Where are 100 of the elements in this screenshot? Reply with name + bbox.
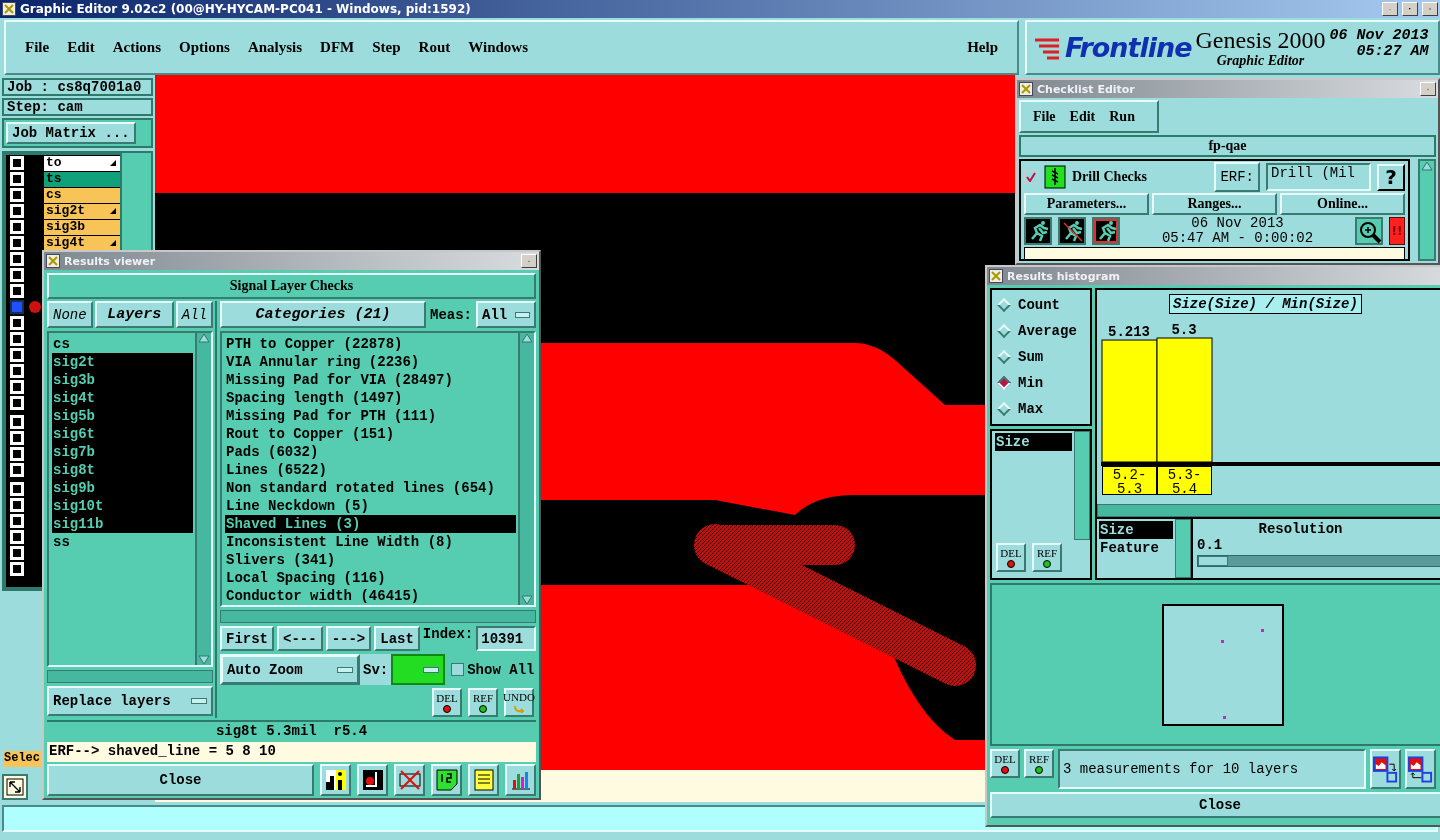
none-button[interactable]: None — [47, 301, 93, 328]
severity-dropdown[interactable] — [391, 654, 446, 685]
layer-checkbox[interactable] — [10, 348, 24, 362]
layer-list-item[interactable]: ss — [52, 533, 193, 551]
category-list-item[interactable]: PTH to Copper (22878) — [225, 335, 516, 353]
vertical-scrollbar[interactable] — [1074, 431, 1090, 540]
scroll-down-icon[interactable] — [521, 595, 533, 605]
category-list-item[interactable]: Line Neckdown (5) — [225, 497, 516, 515]
minimize-button[interactable] — [1382, 2, 1398, 16]
resolution-slider[interactable] — [1197, 555, 1440, 567]
layer-list-item[interactable]: sig2t — [52, 353, 193, 371]
vertical-scrollbar[interactable] — [1418, 159, 1436, 261]
layer-list-item[interactable]: sig8t — [52, 461, 193, 479]
layer-checkbox[interactable] — [10, 316, 24, 330]
category-list-item[interactable]: Rout to Copper (151) — [225, 425, 516, 443]
category-list-item[interactable]: Lines (6522) — [225, 461, 516, 479]
category-list-item[interactable]: Inconsistent Line Width (8) — [225, 533, 516, 551]
layer-list-item[interactable]: sig11b — [52, 515, 193, 533]
action-button[interactable]: UNDO — [504, 688, 534, 717]
scroll-down-icon[interactable] — [198, 655, 210, 665]
action-button[interactable]: REF — [1024, 749, 1054, 778]
layer-checkbox[interactable] — [10, 204, 24, 218]
field-list-item[interactable]: Size — [995, 433, 1072, 451]
layer-name[interactable]: sig2t — [44, 203, 120, 219]
histogram-export-icon[interactable] — [1370, 749, 1401, 789]
running-figure-icon[interactable] — [1024, 217, 1052, 245]
category-list-item[interactable]: Non standard rotated lines (654) — [225, 479, 516, 497]
menu-item[interactable]: Actions — [103, 37, 170, 58]
layer-checkbox[interactable] — [10, 482, 24, 496]
menu-item[interactable]: Windows — [459, 37, 537, 58]
layer-list-item[interactable]: sig10t — [52, 497, 193, 515]
layer-checkbox[interactable] — [10, 530, 24, 544]
mode-radio[interactable]: Sum — [996, 349, 1086, 365]
menu-item[interactable]: Run — [1103, 106, 1141, 127]
mode-radio[interactable]: Average — [996, 323, 1086, 339]
nav-button[interactable]: ---> — [325, 626, 372, 651]
check-option-button[interactable]: Ranges... — [1152, 193, 1277, 215]
menu-item[interactable]: DFM — [311, 37, 364, 58]
measure-dropdown[interactable]: All — [476, 301, 536, 328]
menu-item[interactable]: Edit — [58, 37, 104, 58]
job-matrix-button[interactable]: Job Matrix ... — [6, 122, 136, 144]
layer-list-item[interactable]: sig4t — [52, 389, 193, 407]
layer-checkbox[interactable] — [10, 236, 24, 250]
group-list-item[interactable]: Feature — [1099, 539, 1173, 557]
check-option-button[interactable]: Online... — [1280, 193, 1405, 215]
close-button[interactable]: Close — [990, 792, 1440, 818]
action-button[interactable]: REF — [1032, 543, 1062, 572]
layer-name[interactable]: to — [44, 155, 120, 171]
layer-list-item[interactable]: sig5b — [52, 407, 193, 425]
categories-button[interactable]: Categories (21) — [220, 301, 426, 328]
close-button[interactable]: Close — [47, 764, 314, 796]
close-button[interactable] — [1422, 2, 1438, 16]
mode-radio[interactable]: Count — [996, 297, 1086, 313]
category-list-item[interactable]: Slivers (341) — [225, 551, 516, 569]
menu-item[interactable]: Analysis — [238, 37, 312, 58]
layer-checkbox[interactable] — [10, 156, 24, 170]
mode-radio[interactable]: Min — [996, 375, 1086, 391]
category-list-item[interactable]: Local Spacing (116) — [225, 569, 516, 587]
category-list-item[interactable]: Pads (6032) — [225, 443, 516, 461]
layer-checkbox[interactable] — [10, 546, 24, 560]
menu-item[interactable]: File — [1027, 106, 1062, 127]
layer-checkbox[interactable] — [10, 447, 24, 461]
horizontal-scrollbar[interactable] — [220, 610, 536, 623]
numbered-page-icon[interactable] — [431, 764, 462, 796]
help-button[interactable]: ? — [1377, 163, 1405, 191]
layer-checkbox[interactable] — [10, 172, 24, 186]
category-list-item[interactable]: Conductor width (46415) — [225, 587, 516, 605]
crossed-out-icon[interactable] — [394, 764, 425, 796]
show-all-checkbox[interactable] — [451, 663, 465, 676]
dot-marker-icon[interactable] — [357, 764, 388, 796]
action-button[interactable]: DEL — [990, 749, 1020, 778]
layer-checkbox[interactable] — [10, 463, 24, 477]
check-option-button[interactable]: Parameters... — [1024, 193, 1149, 215]
menu-item[interactable]: File — [16, 37, 59, 58]
notes-icon[interactable] — [468, 764, 499, 796]
help-menu[interactable]: Help — [958, 37, 1007, 58]
horizontal-scrollbar[interactable] — [47, 670, 213, 683]
layer-list-item[interactable]: sig9b — [52, 479, 193, 497]
nav-button[interactable]: <--- — [277, 626, 323, 651]
erf-field[interactable]: Drill (Mil — [1266, 163, 1371, 191]
vertical-scrollbar[interactable] — [1175, 519, 1191, 578]
action-button[interactable]: DEL — [432, 688, 462, 717]
layer-checkbox[interactable] — [10, 415, 24, 429]
menu-item[interactable]: Step — [363, 37, 410, 58]
mode-radio[interactable]: Max — [996, 401, 1086, 417]
category-list-item[interactable]: Missing Pad for VIA (28497) — [225, 371, 516, 389]
slider-thumb[interactable] — [1198, 556, 1228, 566]
all-button[interactable]: All — [175, 301, 213, 328]
layer-checkbox[interactable] — [10, 562, 24, 576]
layer-checkbox[interactable] — [10, 284, 24, 298]
menu-item[interactable]: Edit — [1063, 106, 1102, 127]
vertical-scrollbar[interactable] — [195, 333, 211, 665]
group-list-item[interactable]: Size — [1099, 521, 1173, 539]
layer-checkbox[interactable] — [10, 268, 24, 282]
layer-name[interactable]: sig4t — [44, 235, 120, 251]
layer-name[interactable]: sig3b — [44, 219, 120, 235]
restore-button[interactable] — [1402, 2, 1418, 16]
layer-checkbox[interactable] — [10, 431, 24, 445]
category-list-item[interactable]: VIA Annular ring (2236) — [225, 353, 516, 371]
horizontal-scrollbar[interactable] — [1097, 504, 1440, 517]
